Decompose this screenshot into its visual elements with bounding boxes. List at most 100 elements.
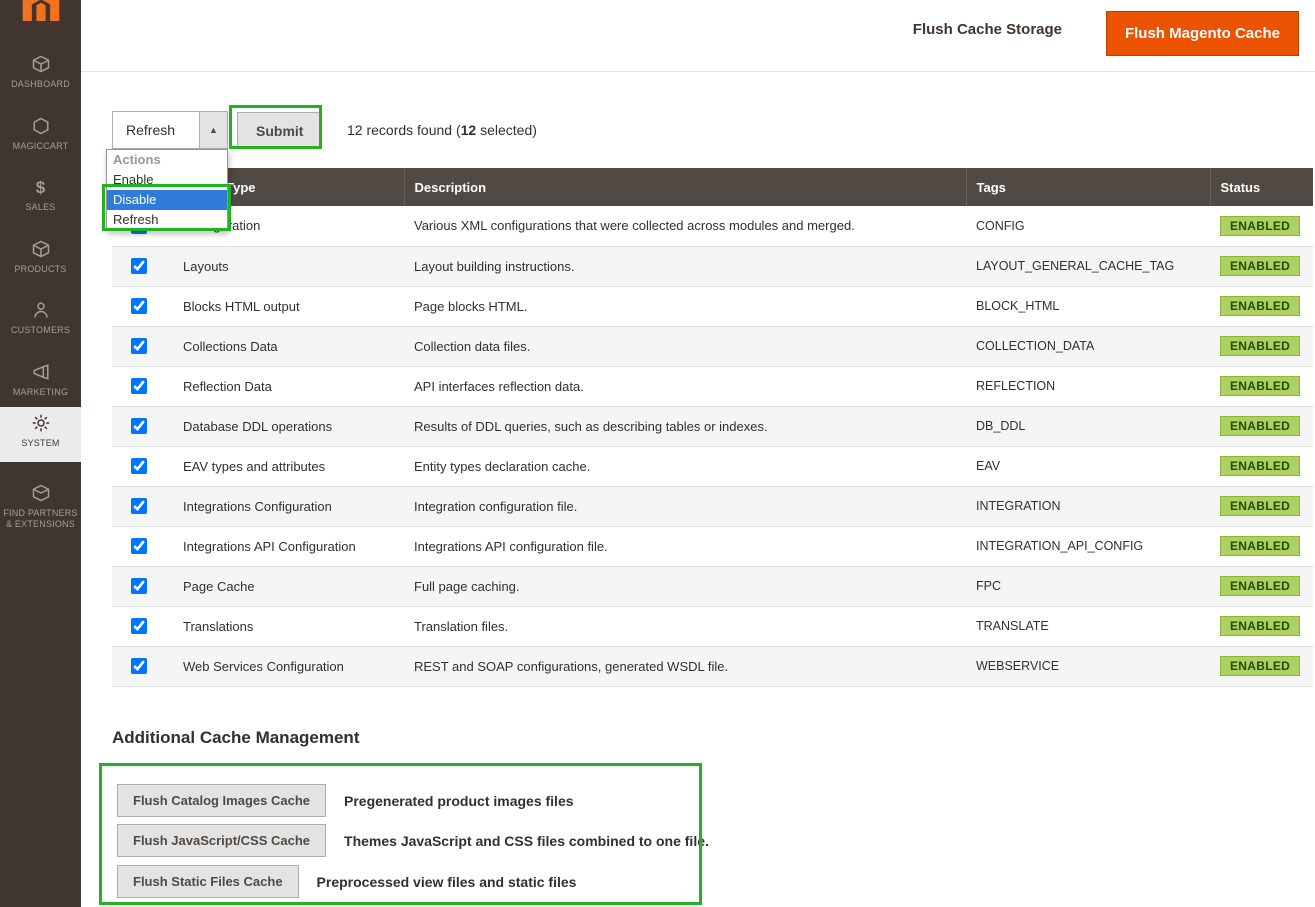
records-summary: 12 records found (12 selected) xyxy=(347,122,537,138)
cell-cache-type: Page Cache xyxy=(165,566,404,606)
status-badge: ENABLED xyxy=(1220,416,1300,436)
cell-tags: INTEGRATION xyxy=(966,486,1210,526)
cell-tags: WEBSERVICE xyxy=(966,646,1210,686)
flush-static-files-cache-button[interactable]: Flush Static Files Cache xyxy=(117,865,299,898)
cache-action-row: Flush JavaScript/CSS Cache Themes JavaSc… xyxy=(117,824,709,857)
sidebar-item-magiccart[interactable]: MAGICCART xyxy=(0,110,81,152)
cell-status: ENABLED xyxy=(1210,326,1313,366)
column-header-description[interactable]: Description xyxy=(404,168,966,206)
status-badge: ENABLED xyxy=(1220,656,1300,676)
cell-cache-type: Database DDL operations xyxy=(165,406,404,446)
cache-action-description: Preprocessed view files and static files xyxy=(317,874,577,890)
dropdown-option-disable[interactable]: Disable xyxy=(107,190,227,210)
dropdown-option-enable[interactable]: Enable xyxy=(107,170,227,190)
sidebar-item-sales[interactable]: $ SALES xyxy=(0,171,81,213)
table-row: Translations Translation files. TRANSLAT… xyxy=(112,606,1313,646)
mass-action-selected-value: Refresh xyxy=(113,112,199,148)
sidebar-item-find-partners-extensions[interactable]: FIND PARTNERS & EXTENSIONS xyxy=(0,477,81,530)
cache-action-description: Pregenerated product images files xyxy=(344,793,574,809)
cache-action-row: Flush Static Files Cache Preprocessed vi… xyxy=(117,865,576,898)
cell-cache-type: Integrations API Configuration xyxy=(165,526,404,566)
cell-status: ENABLED xyxy=(1210,206,1313,246)
dropdown-option-refresh[interactable]: Refresh xyxy=(107,210,227,230)
flush-cache-storage-button[interactable]: Flush Cache Storage xyxy=(913,21,1062,38)
dropdown-group-label: Actions xyxy=(107,150,227,170)
sidebar-item-marketing[interactable]: MARKETING xyxy=(0,356,81,398)
system-icon xyxy=(0,414,81,434)
sales-icon: $ xyxy=(0,178,81,198)
table-row: Reflection Data API interfaces reflectio… xyxy=(112,366,1313,406)
cell-tags: COLLECTION_DATA xyxy=(966,326,1210,366)
row-checkbox[interactable] xyxy=(131,378,147,394)
page-header: Flush Cache Storage Flush Magento Cache xyxy=(81,0,1315,72)
cell-tags: FPC xyxy=(966,566,1210,606)
row-checkbox[interactable] xyxy=(131,618,147,634)
sidebar-item-label: SYSTEM xyxy=(0,438,81,449)
cache-action-description: Themes JavaScript and CSS files combined… xyxy=(344,833,709,849)
cell-status: ENABLED xyxy=(1210,606,1313,646)
table-row: Blocks HTML output Page blocks HTML. BLO… xyxy=(112,286,1313,326)
additional-cache-title: Additional Cache Management xyxy=(112,728,359,748)
cell-status: ENABLED xyxy=(1210,246,1313,286)
cell-tags: DB_DDL xyxy=(966,406,1210,446)
cache-grid: Cache Type Description Tags Status Confi… xyxy=(112,168,1313,687)
column-header-tags[interactable]: Tags xyxy=(966,168,1210,206)
sidebar-item-label: MAGICCART xyxy=(0,141,81,152)
submit-button[interactable]: Submit xyxy=(237,112,322,149)
sidebar-item-system[interactable]: SYSTEM xyxy=(0,407,81,462)
records-prefix: 12 records found ( xyxy=(347,122,461,138)
table-row: Page Cache Full page caching. FPC ENABLE… xyxy=(112,566,1313,606)
flush-javascript-css-cache-button[interactable]: Flush JavaScript/CSS Cache xyxy=(117,824,326,857)
cell-cache-type: Translations xyxy=(165,606,404,646)
sidebar-item-products[interactable]: PRODUCTS xyxy=(0,233,81,275)
row-checkbox[interactable] xyxy=(131,538,147,554)
cell-status: ENABLED xyxy=(1210,526,1313,566)
cell-status: ENABLED xyxy=(1210,486,1313,526)
magento-logo-icon xyxy=(22,0,60,21)
sidebar-item-label: PRODUCTS xyxy=(0,264,81,275)
cell-cache-type: Layouts xyxy=(165,246,404,286)
row-checkbox[interactable] xyxy=(131,338,147,354)
cell-cache-type: Blocks HTML output xyxy=(165,286,404,326)
caret-up-icon[interactable]: ▲ xyxy=(199,112,227,148)
sidebar-item-label: DASHBOARD xyxy=(0,79,81,90)
cell-status: ENABLED xyxy=(1210,406,1313,446)
row-checkbox[interactable] xyxy=(131,498,147,514)
cell-description: Collection data files. xyxy=(404,326,966,366)
sidebar-item-label: CUSTOMERS xyxy=(0,325,81,336)
row-checkbox[interactable] xyxy=(131,298,147,314)
cell-description: Results of DDL queries, such as describi… xyxy=(404,406,966,446)
table-row: Web Services Configuration REST and SOAP… xyxy=(112,646,1313,686)
cell-description: REST and SOAP configurations, generated … xyxy=(404,646,966,686)
status-badge: ENABLED xyxy=(1220,536,1300,556)
sidebar-item-label: MARKETING xyxy=(0,387,81,398)
sidebar-item-customers[interactable]: CUSTOMERS xyxy=(0,294,81,336)
cell-description: Full page caching. xyxy=(404,566,966,606)
cell-description: Page blocks HTML. xyxy=(404,286,966,326)
cell-description: Entity types declaration cache. xyxy=(404,446,966,486)
row-checkbox[interactable] xyxy=(131,418,147,434)
flush-magento-cache-button[interactable]: Flush Magento Cache xyxy=(1106,11,1299,56)
row-checkbox[interactable] xyxy=(131,258,147,274)
cell-status: ENABLED xyxy=(1210,366,1313,406)
cell-status: ENABLED xyxy=(1210,566,1313,606)
status-badge: ENABLED xyxy=(1220,216,1300,236)
row-checkbox[interactable] xyxy=(131,458,147,474)
sidebar-item-label: FIND PARTNERS & EXTENSIONS xyxy=(0,508,81,530)
status-badge: ENABLED xyxy=(1220,296,1300,316)
cell-tags: BLOCK_HTML xyxy=(966,286,1210,326)
cell-status: ENABLED xyxy=(1210,286,1313,326)
cell-description: Integration configuration file. xyxy=(404,486,966,526)
cell-tags: CONFIG xyxy=(966,206,1210,246)
mass-action-select[interactable]: Refresh ▲ xyxy=(112,111,228,149)
status-badge: ENABLED xyxy=(1220,456,1300,476)
column-header-status[interactable]: Status xyxy=(1210,168,1313,206)
flush-catalog-images-cache-button[interactable]: Flush Catalog Images Cache xyxy=(117,784,326,817)
row-checkbox[interactable] xyxy=(131,578,147,594)
cell-cache-type: Reflection Data xyxy=(165,366,404,406)
sidebar-item-dashboard[interactable]: DASHBOARD xyxy=(0,48,81,90)
products-icon xyxy=(0,240,81,260)
row-checkbox[interactable] xyxy=(131,658,147,674)
magento-logo[interactable] xyxy=(22,0,60,26)
sidebar: DASHBOARD MAGICCART $ SALES PRODUCTS CUS… xyxy=(0,0,81,907)
